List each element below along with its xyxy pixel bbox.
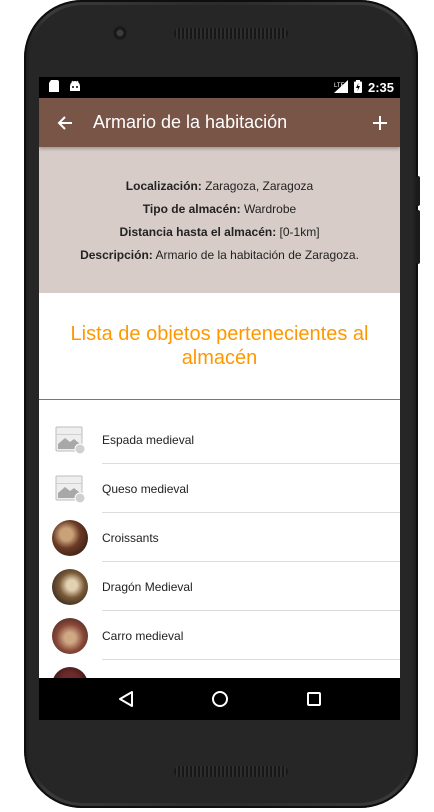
location-line: Localización: Zaragoza, Zaragoza	[126, 179, 313, 193]
system-nav-bar	[39, 678, 400, 720]
battery-icon	[353, 79, 362, 96]
app-bar: Armario de la habitación	[39, 98, 400, 147]
status-bar: LTE 2:35	[39, 77, 400, 98]
front-camera	[113, 26, 127, 40]
storage-info-panel: Localización: Zaragoza, Zaragoza Tipo de…	[39, 147, 400, 293]
home-nav-icon[interactable]	[211, 690, 229, 708]
location-label: Localización:	[125, 178, 202, 193]
back-nav-icon[interactable]	[118, 690, 134, 708]
item-label: Carro medieval	[102, 628, 184, 643]
svg-text:LTE: LTE	[334, 83, 345, 89]
distance-label: Distancia hasta el almacén:	[119, 224, 277, 239]
objects-list: Espada medieval Queso medieval Croissant…	[39, 400, 400, 709]
bottom-speaker	[174, 766, 288, 777]
lte-signal-icon: LTE	[333, 79, 348, 96]
earpiece-speaker	[174, 28, 288, 39]
add-icon[interactable]	[372, 115, 388, 131]
list-item[interactable]: Espada medieval	[39, 415, 400, 464]
location-value: Zaragoza, Zaragoza	[201, 178, 314, 193]
item-photo-avatar	[52, 568, 88, 605]
distance-line: Distancia hasta el almacén: [0-1km]	[119, 225, 319, 239]
list-item[interactable]: Dragón Medieval	[39, 562, 400, 611]
type-label: Tipo de almacén:	[142, 201, 241, 216]
type-line: Tipo de almacén: Wardrobe	[143, 202, 296, 216]
item-label: Espada medieval	[102, 432, 195, 447]
list-item[interactable]: Carro medieval	[39, 611, 400, 660]
item-photo-avatar	[52, 519, 88, 556]
item-label: Queso medieval	[102, 481, 189, 496]
item-photo-avatar	[52, 617, 88, 654]
back-arrow-icon[interactable]	[57, 115, 73, 131]
description-label: Descripción:	[80, 247, 153, 262]
placeholder-image-icon	[52, 471, 88, 507]
app-screen: LTE 2:35 Armario de la habitación Locali…	[39, 77, 400, 720]
item-label: Dragón Medieval	[102, 579, 193, 594]
list-item[interactable]: Queso medieval	[39, 464, 400, 513]
android-icon	[69, 80, 81, 95]
list-item[interactable]: Croissants	[39, 513, 400, 562]
list-heading: Lista de objetos pertenecientes al almac…	[39, 293, 400, 400]
type-value: Wardrobe	[240, 201, 297, 216]
placeholder-image-icon	[52, 422, 88, 458]
status-time: 2:35	[367, 80, 394, 95]
description-line: Descripción: Armario de la habitación de…	[80, 248, 359, 262]
volume-button	[416, 176, 420, 206]
page-title: Armario de la habitación	[93, 112, 288, 132]
description-value: Armario de la habitación de Zaragoza.	[152, 247, 359, 262]
power-button	[416, 210, 420, 264]
sd-card-icon	[49, 80, 59, 95]
distance-value: [0-1km]	[276, 224, 320, 239]
item-label: Croissants	[102, 530, 159, 545]
recents-nav-icon[interactable]	[306, 691, 322, 707]
